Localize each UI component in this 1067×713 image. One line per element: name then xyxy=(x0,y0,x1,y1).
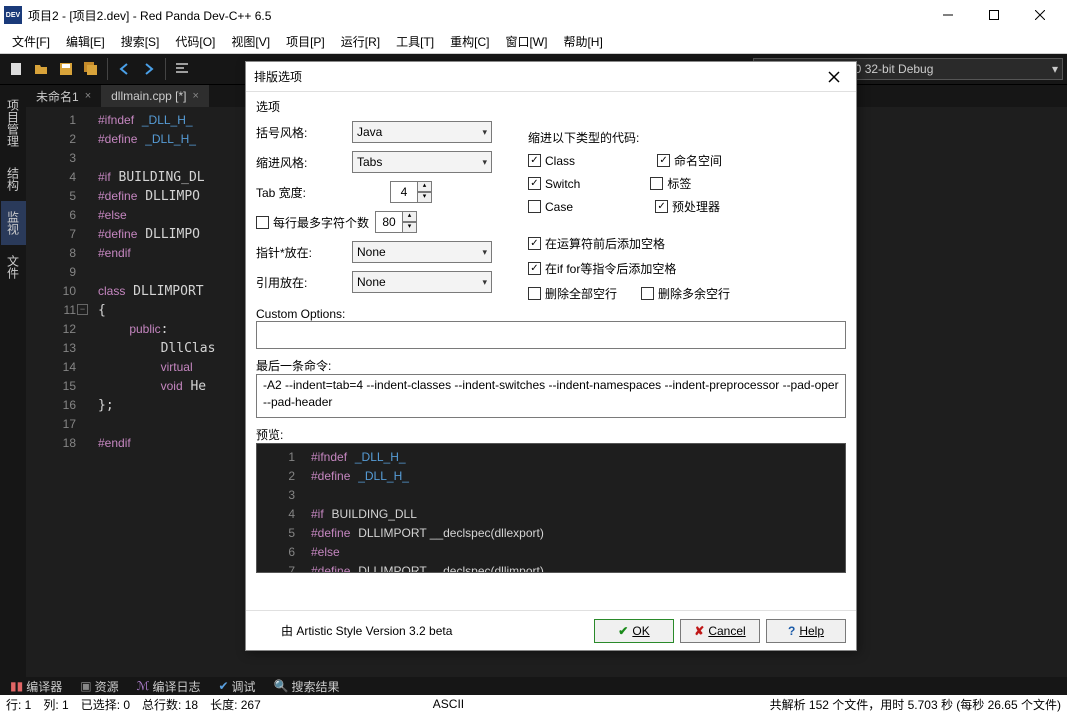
custom-options-input[interactable] xyxy=(256,321,846,349)
indent-select[interactable]: Tabs▾ xyxy=(352,151,492,173)
menu-refactor[interactable]: 重构[C] xyxy=(442,31,497,52)
new-file-icon[interactable] xyxy=(4,57,28,81)
brace-select[interactable]: Java▾ xyxy=(352,121,492,143)
sidebar-watch[interactable]: 监视 xyxy=(1,201,26,245)
check-preproc[interactable]: ✓预处理器 xyxy=(655,198,720,215)
status-lines: 总行数: 18 xyxy=(136,696,204,713)
indent-label: 缩进风格: xyxy=(256,154,346,171)
dialog-title-bar: 排版选项 xyxy=(246,62,856,92)
menu-help[interactable]: 帮助[H] xyxy=(555,31,610,52)
minimize-button[interactable] xyxy=(925,0,971,30)
check-padheader[interactable]: ✓在if for等指令后添加空格 xyxy=(528,260,848,277)
lastcmd-box: -A2 --indent=tab=4 --indent-classes --in… xyxy=(256,374,846,418)
menu-tools[interactable]: 工具[T] xyxy=(388,31,442,52)
lastcmd-label: 最后一条命令: xyxy=(256,357,846,374)
sidebar-structure[interactable]: 结构 xyxy=(1,157,26,201)
sidebar: 项目管理 结构 监视 文件 xyxy=(0,85,26,677)
tabwidth-label: Tab 宽度: xyxy=(256,184,346,201)
check-switch[interactable]: ✓Switch xyxy=(528,175,580,192)
title-bar: DEV 项目2 - [项目2.dev] - Red Panda Dev-C++ … xyxy=(0,0,1067,30)
menu-view[interactable]: 视图[V] xyxy=(223,31,278,52)
ref-label: 引用放在: xyxy=(256,274,346,291)
check-delextrablank[interactable]: 删除多余空行 xyxy=(641,285,730,302)
pointer-select[interactable]: None▾ xyxy=(352,241,492,263)
close-icon[interactable]: × xyxy=(193,90,199,102)
custom-label: Custom Options: xyxy=(256,307,846,321)
credit-label: 由 Artistic Style Version 3.2 beta xyxy=(256,622,588,639)
bottom-tab-compiler[interactable]: ▮▮编译器 xyxy=(2,677,70,696)
status-col: 列: 1 xyxy=(37,696,74,713)
status-row: 行: 1 xyxy=(0,696,37,713)
ref-select[interactable]: None▾ xyxy=(352,271,492,293)
status-sel: 已选择: 0 xyxy=(75,696,136,713)
format-icon[interactable] xyxy=(170,57,194,81)
menu-project[interactable]: 项目[P] xyxy=(278,31,333,52)
indent-types-label: 缩进以下类型的代码: xyxy=(528,129,848,146)
bottom-tab-log[interactable]: ℳ编译日志 xyxy=(129,677,209,696)
menu-code[interactable]: 代码[O] xyxy=(167,31,223,52)
status-parse: 共解析 152 个文件，用时 5.703 秒 (每秒 26.65 个文件) xyxy=(764,696,1067,713)
maxchar-check[interactable]: 每行最多字符个数 xyxy=(256,214,369,231)
tab-dllmain[interactable]: dllmain.cpp [*]× xyxy=(101,85,209,107)
maximize-button[interactable] xyxy=(971,0,1017,30)
menu-file[interactable]: 文件[F] xyxy=(4,31,58,52)
status-encoding: ASCII xyxy=(427,697,470,711)
menu-window[interactable]: 窗口[W] xyxy=(497,31,555,52)
close-button[interactable] xyxy=(1017,0,1063,30)
check-label[interactable]: 标签 xyxy=(650,175,691,192)
menu-search[interactable]: 搜索[S] xyxy=(113,31,168,52)
preview-editor: 1234567 #ifndef _DLL_H_ #define _DLL_H_ … xyxy=(256,443,846,573)
menu-run[interactable]: 运行[R] xyxy=(333,31,388,52)
cancel-button[interactable]: ✘Cancel xyxy=(680,619,760,643)
bottom-tab-resource[interactable]: ▣资源 xyxy=(72,677,126,696)
check-delallblank[interactable]: 删除全部空行 xyxy=(528,285,617,302)
check-class[interactable]: ✓Class xyxy=(528,152,575,169)
brace-label: 括号风格: xyxy=(256,124,346,141)
check-namespace[interactable]: ✓命名空间 xyxy=(657,152,722,169)
fold-icon[interactable]: − xyxy=(77,304,88,315)
gutter: 12345 678910 11− 1213141516 1718 xyxy=(26,107,80,677)
format-dialog: 排版选项 选项 括号风格: Java▾ 缩进风格: Tabs▾ Tab 宽度: … xyxy=(245,61,857,651)
save-all-icon[interactable] xyxy=(79,57,103,81)
open-folder-icon[interactable] xyxy=(29,57,53,81)
preview-label: 预览: xyxy=(256,426,846,443)
ok-button[interactable]: ✔OK xyxy=(594,619,674,643)
sidebar-files[interactable]: 文件 xyxy=(1,245,26,289)
window-title: 项目2 - [项目2.dev] - Red Panda Dev-C++ 6.5 xyxy=(28,7,925,24)
tabwidth-spinner[interactable]: ▴▾ xyxy=(390,181,432,203)
tab-unnamed[interactable]: 未命名1× xyxy=(26,85,101,107)
sidebar-project[interactable]: 项目管理 xyxy=(1,89,26,157)
status-bar: 行: 1 列: 1 已选择: 0 总行数: 18 长度: 267 ASCII 共… xyxy=(0,695,1067,713)
menu-bar: 文件[F] 编辑[E] 搜索[S] 代码[O] 视图[V] 项目[P] 运行[R… xyxy=(0,30,1067,54)
back-icon[interactable] xyxy=(112,57,136,81)
status-len: 长度: 267 xyxy=(204,696,267,713)
close-icon[interactable]: × xyxy=(85,90,91,102)
menu-edit[interactable]: 编辑[E] xyxy=(58,31,113,52)
dialog-buttons: 由 Artistic Style Version 3.2 beta ✔OK ✘C… xyxy=(246,610,856,650)
app-icon: DEV xyxy=(4,6,22,24)
check-padop[interactable]: ✓在运算符前后添加空格 xyxy=(528,235,848,252)
dialog-title: 排版选项 xyxy=(254,68,820,85)
dialog-close-button[interactable] xyxy=(820,63,848,91)
bottom-tab-search[interactable]: 🔍搜索结果 xyxy=(266,677,348,696)
check-case[interactable]: Case xyxy=(528,198,573,215)
bottom-panel-tabs: ▮▮编译器 ▣资源 ℳ编译日志 ✔调试 🔍搜索结果 xyxy=(0,677,1067,695)
pointer-label: 指针*放在: xyxy=(256,244,346,261)
help-button[interactable]: ?Help xyxy=(766,619,846,643)
save-icon[interactable] xyxy=(54,57,78,81)
section-heading: 选项 xyxy=(256,98,846,115)
forward-icon[interactable] xyxy=(137,57,161,81)
bottom-tab-debug[interactable]: ✔调试 xyxy=(210,677,263,696)
maxchar-spinner[interactable]: ▴▾ xyxy=(375,211,417,233)
